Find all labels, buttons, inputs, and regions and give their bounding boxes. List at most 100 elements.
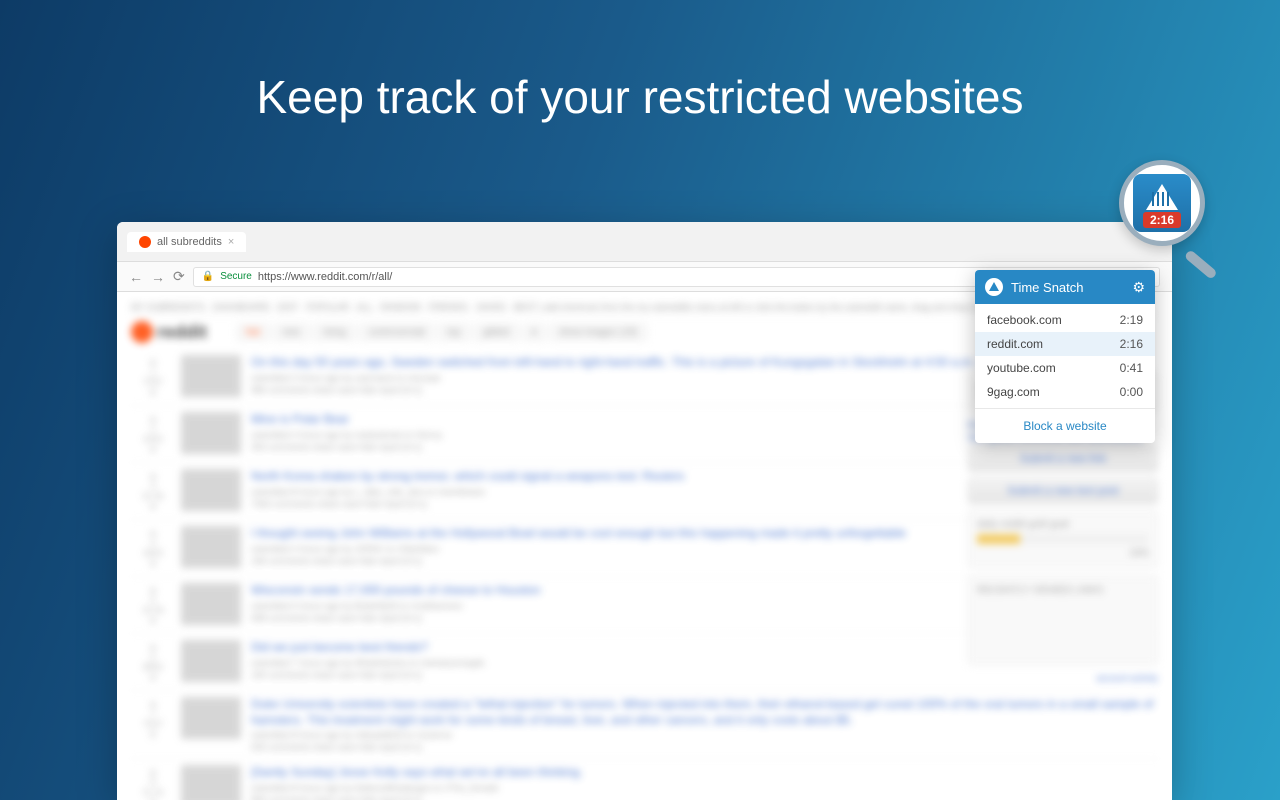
site-time-list: facebook.com 2:19 reddit.com 2:16 youtube.co… [975,304,1155,408]
magnifier-handle [1184,249,1218,280]
close-tab-icon[interactable]: × [228,236,234,248]
browser-tab-bar: all subreddits × [117,222,1172,262]
post-thumbnail[interactable] [181,526,241,568]
time-value: 0:00 [1120,385,1143,399]
extension-toolbar-icon[interactable]: 2:16 [1133,174,1191,232]
gold-label: daily reddit gold goal [977,519,1149,530]
post-actions[interactable]: 869 comments share save hide report [l+c… [251,795,1154,800]
downvote-icon[interactable]: ▼ [147,729,159,741]
forward-icon[interactable]: → [151,269,165,285]
post-thumbnail[interactable] [181,765,241,800]
post-thumbnail[interactable] [181,469,241,511]
sort-tab[interactable]: controversial [359,324,434,341]
magnifier-callout: 2:16 [1119,160,1205,246]
reddit-wordmark: reddit [157,322,207,343]
post-thumbnail[interactable] [181,583,241,625]
post-thumbnail[interactable] [181,640,241,682]
extension-popup: Time Snatch ⚙ facebook.com 2:19 reddit.com… [975,270,1155,443]
upvote-icon[interactable]: ▲ [147,526,159,538]
post-row: ▲77507▼Duke University scientists have c… [131,691,1158,759]
site-time-row[interactable]: facebook.com 2:19 [975,308,1155,332]
post-thumbnail[interactable] [181,412,241,454]
browser-tab[interactable]: all subreddits × [127,232,246,252]
gold-progress [977,534,1149,544]
reload-icon[interactable]: ⟳ [173,268,185,285]
time-value: 0:41 [1120,361,1143,375]
post-title-link[interactable]: Duke University scientists have created … [251,697,1154,728]
upvote-icon[interactable]: ▲ [147,355,159,367]
hero-title: Keep track of your restricted websites [257,70,1024,124]
sort-tab[interactable]: top [438,324,470,341]
post-thumbnail[interactable] [181,697,241,739]
rank: 7 [150,709,155,719]
url-text: https://www.reddit.com/r/all/ [258,271,393,283]
submit-link-button[interactable]: Submit a new link [968,446,1158,472]
vote-column: ▲515.0k▼ [135,583,171,627]
popup-footer: Block a website [975,408,1155,443]
popup-header: Time Snatch ⚙ [975,270,1155,304]
reddit-logo[interactable]: reddit [131,321,207,343]
site-time-row[interactable]: youtube.com 0:41 [975,356,1155,380]
downvote-icon[interactable]: ▼ [147,672,159,684]
rank: 3 [150,481,155,491]
downvote-icon[interactable]: ▼ [147,501,159,513]
site-name: facebook.com [987,313,1062,327]
post-title-link[interactable]: [Sanity Sunday] Jesse Kelly says what we… [251,765,1154,781]
tab-title: all subreddits [157,236,222,248]
vote-column: ▲331.5k▼ [135,469,171,513]
post-meta: submitted 8 hours ago by foldersofthedan… [251,783,1154,793]
timesnatch-logo-icon [985,278,1003,296]
vote-column: ▲44600▼ [135,526,171,570]
site-name: reddit.com [987,337,1043,351]
downvote-icon[interactable]: ▼ [147,615,159,627]
sort-tab[interactable]: new [273,324,309,341]
vote-column: ▲17097▼ [135,355,171,399]
lock-icon: 🔒 [202,271,214,282]
site-name: 9gag.com [987,385,1040,399]
sort-tab[interactable]: show images (19) [550,324,647,341]
vote-column: ▲24342▼ [135,412,171,456]
sort-tab[interactable]: hot [237,324,269,341]
rank: 1 [150,367,155,377]
upvote-icon[interactable]: ▲ [147,583,159,595]
time-badge: 2:16 [1143,212,1181,228]
time-value: 2:16 [1120,337,1143,351]
upvote-icon[interactable]: ▲ [147,412,159,424]
rank: 8 [150,777,155,787]
rank: 6 [150,652,155,662]
upvote-icon[interactable]: ▲ [147,469,159,481]
rank: 5 [150,595,155,605]
sort-tab[interactable]: ♦ [523,324,546,341]
site-time-row[interactable]: 9gag.com 0:00 [975,380,1155,404]
sort-tab[interactable]: rising [313,324,355,341]
reddit-favicon [139,236,151,248]
rank: 2 [150,424,155,434]
back-icon[interactable]: ← [129,269,143,285]
downvote-icon[interactable]: ▼ [147,558,159,570]
post-actions[interactable]: 630 comments share save hide report [l+c… [251,742,1154,752]
sort-tab[interactable]: gilded [474,324,519,341]
site-time-row[interactable]: reddit.com 2:16 [975,332,1155,356]
vote-column: ▲77507▼ [135,697,171,752]
time-value: 2:19 [1120,313,1143,327]
post-meta: submitted 8 hours ago by mikeadd633 to r… [251,730,1154,740]
account-activity-link[interactable]: account activity [968,673,1158,683]
gold-pct: 19% [977,548,1149,559]
upvote-icon[interactable]: ▲ [147,697,159,709]
downvote-icon[interactable]: ▼ [147,444,159,456]
downvote-icon[interactable]: ▼ [147,387,159,399]
site-name: youtube.com [987,361,1056,375]
upvote-icon[interactable]: ▲ [147,640,159,652]
timesnatch-icon [1146,184,1178,210]
post-thumbnail[interactable] [181,355,241,397]
magnifier-lens: 2:16 [1119,160,1205,246]
gear-icon[interactable]: ⚙ [1132,279,1145,296]
recent-title: RECENTLY VIEWED LINKS [977,585,1149,596]
block-website-link[interactable]: Block a website [1023,419,1106,433]
secure-label: Secure [220,271,252,282]
upvote-icon[interactable]: ▲ [147,765,159,777]
submit-text-button[interactable]: Submit a new text post [968,478,1158,504]
rank: 4 [150,538,155,548]
post-row: ▲811.1k▼ [Sanity Sunday] Jesse Kelly says… [131,759,1158,800]
vote-column: ▲811.1k▼ [135,765,171,800]
